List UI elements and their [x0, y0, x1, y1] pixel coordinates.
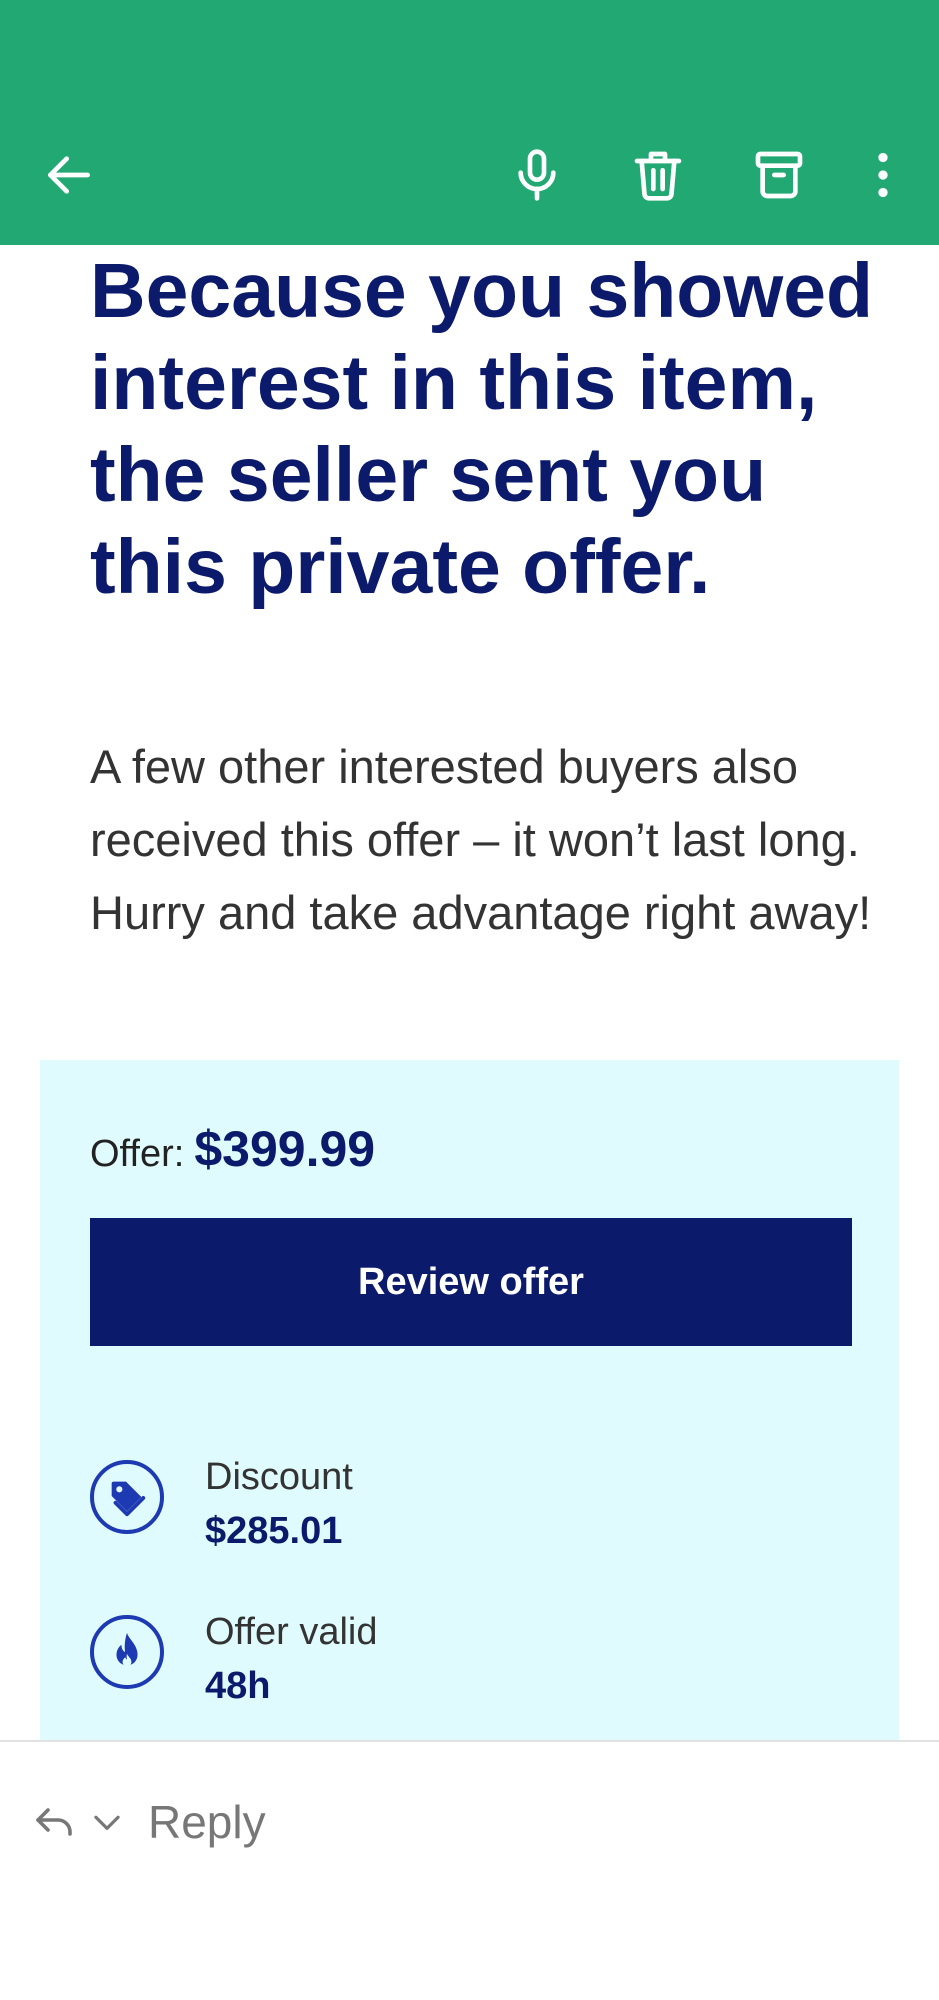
email-view: Because you showed interest in this item…	[0, 0, 939, 2000]
email-paragraph: A few other interested buyers also recei…	[90, 740, 872, 939]
delete-button[interactable]	[623, 140, 693, 210]
voice-button[interactable]	[502, 140, 572, 210]
chevron-down-icon[interactable]	[88, 1803, 126, 1841]
offer-valid-label: Offer valid	[205, 1611, 378, 1653]
review-offer-button[interactable]: Review offer	[90, 1218, 852, 1346]
more-options-button[interactable]	[848, 140, 918, 210]
discount-label: Discount	[205, 1456, 353, 1498]
mic-icon	[518, 149, 556, 201]
offer-valid-detail: Offer valid 48h	[90, 1611, 790, 1725]
back-button[interactable]	[34, 140, 104, 210]
tag-icon	[111, 1481, 146, 1517]
more-vert-icon	[878, 152, 888, 198]
flame-icon	[116, 1632, 138, 1667]
archive-button[interactable]	[744, 140, 814, 210]
discount-detail: Discount $285.01	[90, 1456, 790, 1570]
offer-card: Offer: $399.99 Review offer Discount $28…	[40, 1060, 899, 1740]
reply-label: Reply	[148, 1796, 266, 1848]
offer-price-line: Offer: $399.99	[90, 1120, 375, 1178]
reply-icon	[36, 1808, 72, 1836]
email-headline: Because you showed interest in this item…	[90, 248, 874, 610]
archive-icon	[755, 151, 803, 199]
arrow-back-icon	[48, 156, 90, 194]
discount-badge	[90, 1460, 164, 1534]
reply-bar: Reply	[0, 1742, 939, 2000]
reply-button[interactable]: Reply	[30, 1782, 266, 1862]
offer-label: Offer:	[90, 1133, 185, 1175]
offer-price: $399.99	[194, 1121, 376, 1177]
trash-icon	[634, 151, 682, 201]
email-body: Because you showed interest in this item…	[0, 245, 939, 1740]
discount-value: $285.01	[205, 1510, 343, 1552]
offer-valid-value: 48h	[205, 1665, 271, 1707]
offer-valid-badge	[90, 1615, 164, 1689]
app-bar	[0, 0, 939, 245]
